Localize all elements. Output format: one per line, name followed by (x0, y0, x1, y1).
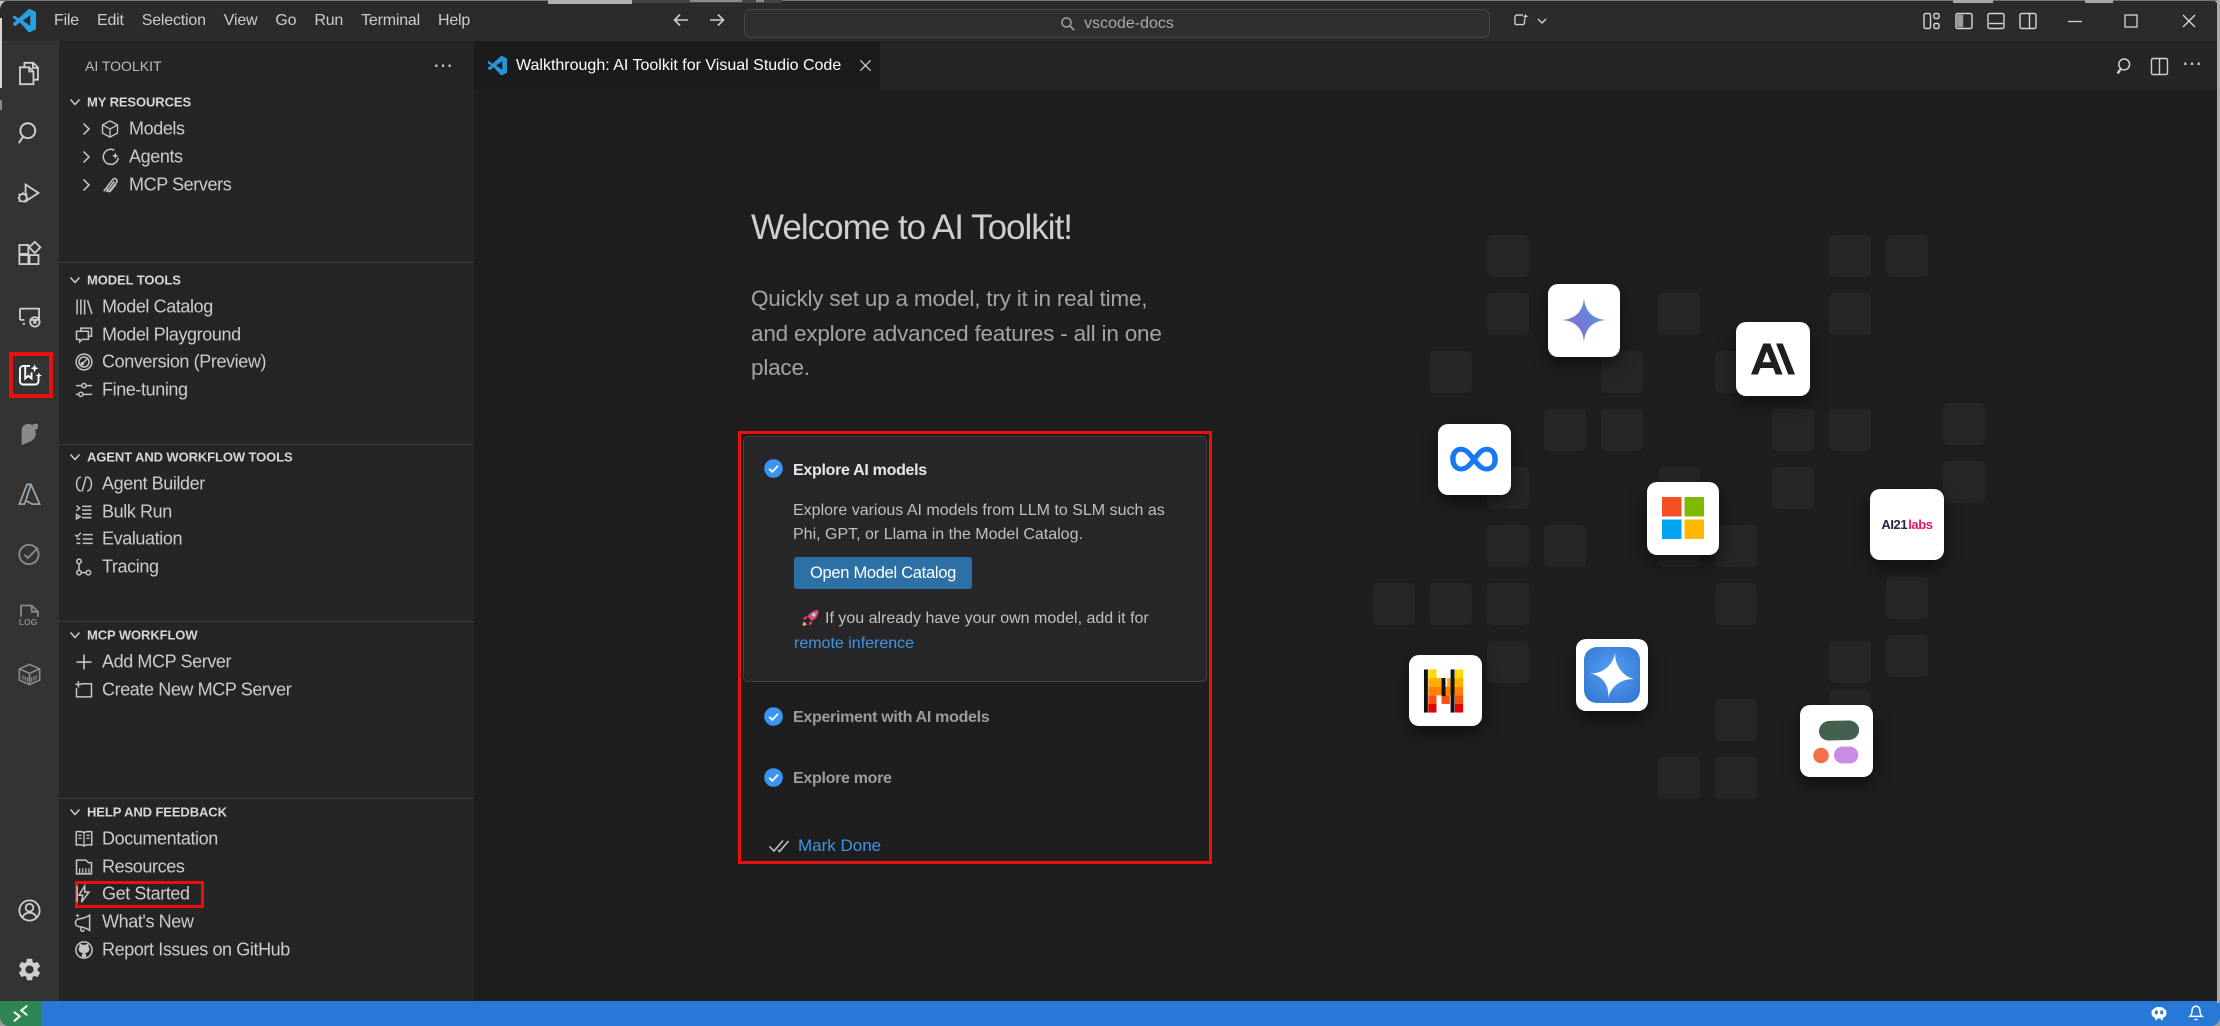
svg-text:LOG: LOG (19, 617, 38, 627)
